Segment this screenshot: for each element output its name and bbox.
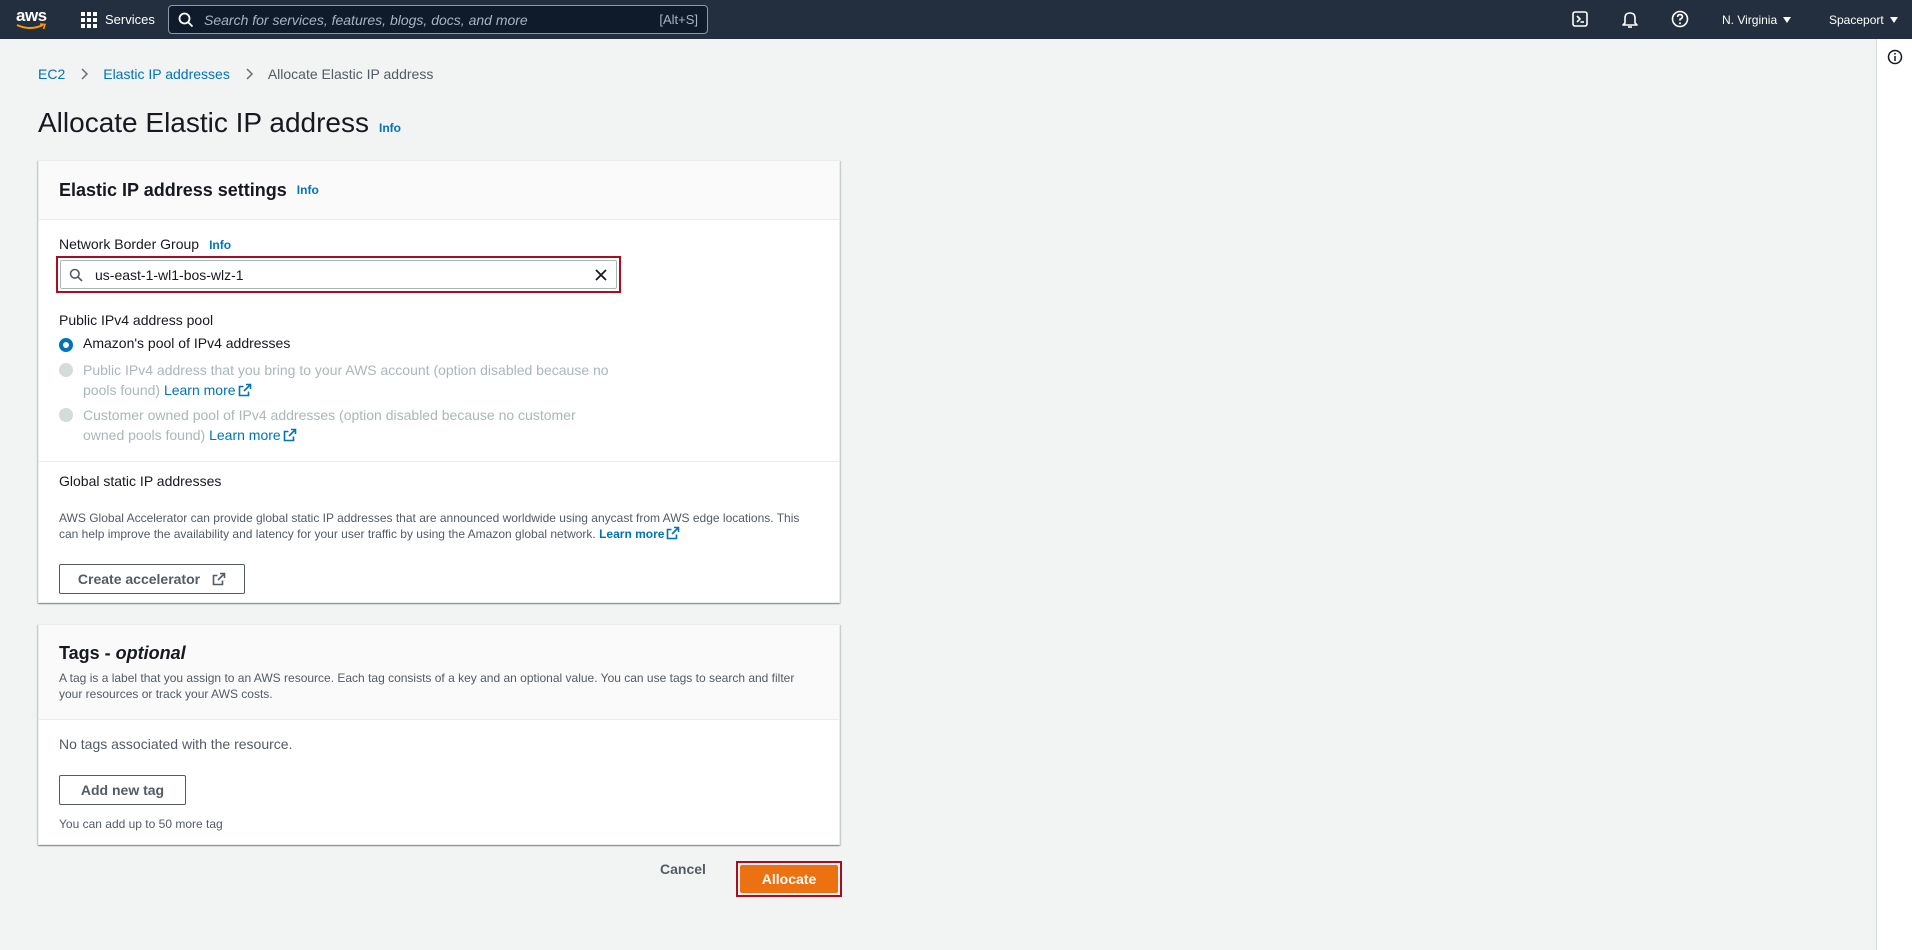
tags-panel-header: Tags - optional A tag is a label that yo… — [39, 625, 839, 720]
help-panel-rail — [1876, 39, 1912, 950]
network-border-group-field[interactable]: us-east-1-wl1-bos-wlz-1 — [60, 260, 617, 289]
breadcrumb-elastic-ip-link[interactable]: Elastic IP addresses — [103, 66, 230, 82]
breadcrumb: EC2 Elastic IP addresses Allocate Elasti… — [38, 66, 433, 82]
add-new-tag-button[interactable]: Add new tag — [59, 775, 186, 805]
external-link-icon — [238, 383, 251, 397]
global-search-box[interactable]: [Alt+S] — [168, 5, 708, 34]
create-accelerator-button[interactable]: Create accelerator — [59, 564, 245, 594]
page-header: Allocate Elastic IP address Info — [38, 107, 401, 139]
cancel-button[interactable]: Cancel — [660, 861, 706, 877]
radio-option-amazon-pool[interactable]: Amazon's pool of IPv4 addresses — [59, 335, 290, 352]
account-menu[interactable]: Spaceport — [1829, 0, 1898, 39]
caret-down-icon — [1783, 16, 1792, 23]
form-actions: Cancel — [660, 861, 706, 877]
optional-label: optional — [115, 643, 186, 663]
services-label: Services — [105, 12, 155, 27]
tags-description: A tag is a label that you assign to an A… — [59, 671, 795, 701]
radio-option-label: Amazon's pool of IPv4 addresses — [83, 335, 291, 351]
network-border-group-label: Network Border Group — [59, 236, 200, 252]
clear-icon[interactable] — [594, 268, 608, 282]
allocate-button-highlight: Allocate — [736, 861, 842, 897]
search-icon — [178, 12, 194, 27]
radio-option-customer-owned: Customer owned pool of IPv4 addresses (o… — [59, 405, 603, 445]
external-link-icon — [212, 572, 226, 586]
create-accelerator-label: Create accelerator — [77, 571, 201, 587]
tags-panel-title: Tags - optional — [59, 643, 186, 663]
aws-logo-text: aws — [16, 6, 47, 25]
external-link-icon — [283, 428, 296, 442]
breadcrumb-ec2-link[interactable]: EC2 — [38, 66, 65, 82]
settings-panel-header: Elastic IP address settings Info — [39, 161, 839, 220]
help-icon[interactable] — [1670, 9, 1690, 29]
settings-info-link[interactable]: Info — [297, 183, 319, 197]
global-learn-more-link[interactable]: Learn more — [599, 526, 680, 541]
network-border-group-info-link[interactable]: Info — [209, 238, 231, 252]
ipv4-pool-label: Public IPv4 address pool — [59, 312, 214, 328]
no-tags-message: No tags associated with the resource. — [59, 736, 293, 752]
network-border-group-value: us-east-1-wl1-bos-wlz-1 — [95, 266, 244, 283]
external-link-icon — [667, 526, 680, 540]
page-title: Allocate Elastic IP address — [38, 107, 369, 138]
learn-more-link[interactable]: Learn more — [209, 427, 297, 443]
global-static-ip-label: Global static IP addresses — [59, 473, 222, 489]
tag-limit-hint: You can add up to 50 more tag — [59, 817, 223, 831]
elastic-ip-settings-panel: Elastic IP address settings Info Network… — [38, 160, 840, 603]
radio-button-disabled — [59, 363, 73, 377]
settings-panel-title: Elastic IP address settings — [59, 179, 287, 200]
section-divider — [39, 461, 839, 462]
search-icon — [69, 268, 83, 282]
network-border-group-select[interactable]: us-east-1-wl1-bos-wlz-1 — [56, 256, 621, 293]
chevron-right-icon — [81, 68, 89, 80]
grid-icon — [81, 11, 97, 28]
cloudshell-icon[interactable] — [1570, 9, 1590, 29]
caret-down-icon — [1889, 16, 1898, 23]
radio-button-selected[interactable] — [59, 338, 73, 352]
breadcrumb-current: Allocate Elastic IP address — [267, 66, 434, 82]
tags-panel: Tags - optional A tag is a label that yo… — [38, 624, 840, 845]
info-circle-icon[interactable] — [1887, 49, 1903, 65]
radio-button-disabled — [59, 408, 73, 422]
global-static-ip-description: AWS Global Accelerator can provide globa… — [59, 511, 800, 541]
global-search-input[interactable] — [204, 11, 660, 28]
search-shortcut-hint: [Alt+S] — [659, 12, 698, 27]
region-selector[interactable]: N. Virginia — [1722, 0, 1792, 39]
page-info-link[interactable]: Info — [379, 121, 401, 135]
chevron-right-icon — [246, 68, 253, 80]
radio-option-label: Customer owned pool of IPv4 addresses (o… — [83, 407, 576, 443]
radio-option-byoip: Public IPv4 address that you bring to yo… — [59, 360, 623, 400]
notifications-bell-icon[interactable] — [1620, 9, 1640, 29]
allocate-button[interactable]: Allocate — [740, 865, 838, 893]
network-border-group-label-row: Network Border Group Info — [59, 236, 231, 252]
top-navigation: aws Services [Alt+S] N. Virginia — [0, 0, 1912, 39]
region-label: N. Virginia — [1722, 12, 1778, 27]
add-new-tag-label: Add new tag — [80, 782, 165, 798]
aws-logo[interactable]: aws — [16, 7, 50, 33]
services-menu-button[interactable]: Services — [81, 0, 155, 39]
learn-more-link[interactable]: Learn more — [164, 382, 252, 398]
account-label: Spaceport — [1829, 12, 1884, 27]
radio-option-label: Public IPv4 address that you bring to yo… — [83, 362, 609, 398]
